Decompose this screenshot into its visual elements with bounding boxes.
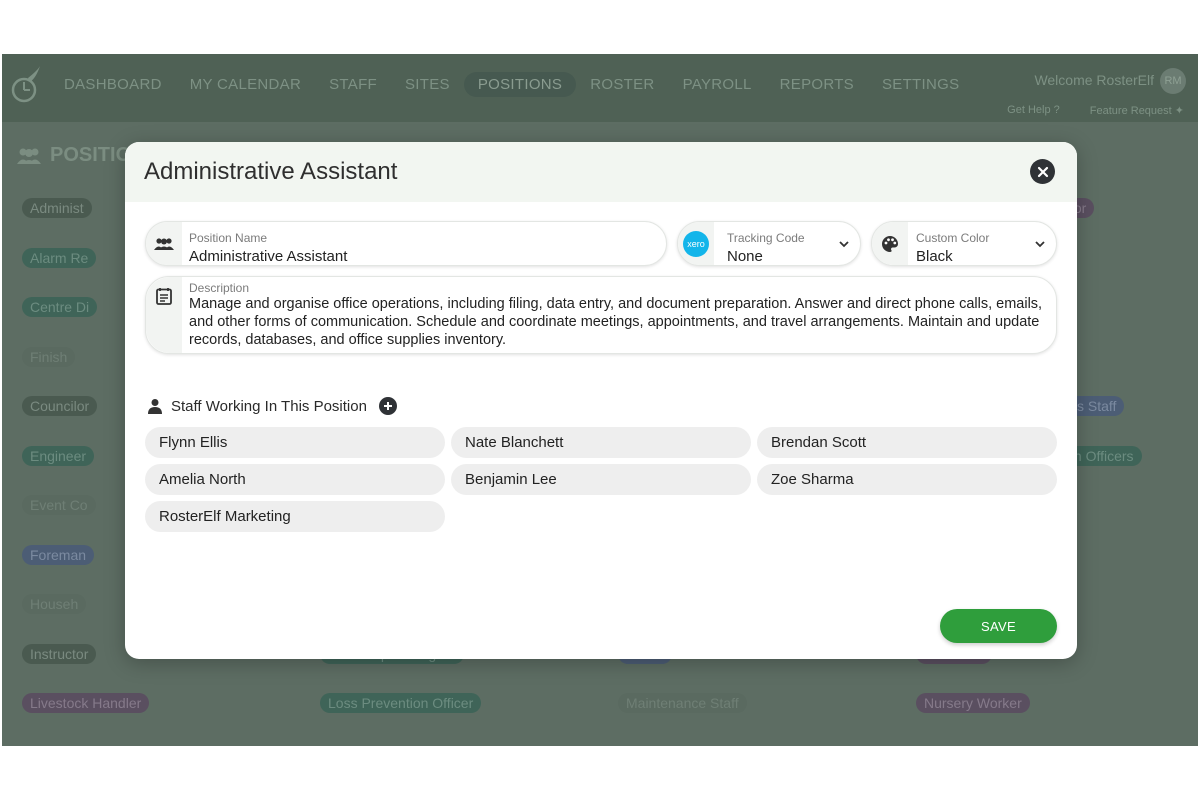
lightbulb-icon: ✦ (1174, 105, 1184, 117)
position-pill: Nursery Worker (916, 693, 1030, 713)
palette-icon (882, 235, 898, 252)
close-button[interactable] (1030, 159, 1055, 184)
help-links: Get Help ? Feature Request ✦ (1007, 104, 1184, 117)
nav-dashboard[interactable]: DASHBOARD (50, 72, 176, 97)
position-pill: Finish (22, 347, 76, 367)
top-navigation: DASHBOARD MY CALENDAR STAFF SITES POSITI… (2, 54, 1198, 122)
plus-icon (383, 402, 392, 410)
welcome-text: Welcome RosterElf (1034, 72, 1154, 88)
nav-staff[interactable]: STAFF (315, 72, 391, 97)
modal-header: Administrative Assistant (125, 142, 1077, 202)
position-pill: Alarm Re (22, 248, 97, 268)
nav-positions[interactable]: POSITIONS (463, 72, 577, 97)
modal-title: Administrative Assistant (144, 158, 398, 185)
position-pill: Loss Prevention Officer (320, 693, 482, 713)
tracking-code-select[interactable]: xero Tracking Code None (677, 221, 861, 266)
description-textarea[interactable]: Manage and organise office operations, i… (189, 295, 1059, 349)
tracking-code-label: Tracking Code (727, 231, 805, 245)
custom-color-label: Custom Color (916, 231, 990, 245)
position-pill: Househ (22, 594, 87, 614)
position-name-input[interactable]: Administrative Assistant (189, 248, 347, 265)
position-name-field[interactable]: Position Name Administrative Assistant (145, 221, 667, 266)
position-pill: Administ (22, 198, 92, 218)
position-card[interactable]: Loss Prevention Officer (300, 681, 592, 725)
feature-request-link[interactable]: Feature Request ✦ (1090, 104, 1184, 117)
calendar-note-icon (156, 288, 172, 305)
feature-request-label: Feature Request (1089, 105, 1172, 117)
chevron-down-icon (1035, 241, 1045, 248)
position-name-icon-col (146, 222, 182, 265)
position-card[interactable]: Maintenance Staff (598, 681, 890, 725)
close-icon (1037, 166, 1048, 177)
position-pill: Instructor (22, 644, 97, 664)
save-button[interactable]: SAVE (940, 609, 1057, 643)
staff-pill[interactable]: Zoe Sharma (757, 464, 1057, 495)
nav-reports[interactable]: REPORTS (766, 72, 868, 97)
get-help-label: Get Help (1007, 104, 1051, 116)
description-label: Description (189, 281, 250, 295)
staff-pill[interactable]: Benjamin Lee (451, 464, 751, 495)
custom-color-icon-col (872, 222, 908, 265)
position-pill: Livestock Handler (22, 693, 150, 713)
nav-settings[interactable]: SETTINGS (868, 72, 973, 97)
staff-pill[interactable]: Flynn Ellis (145, 427, 445, 458)
custom-color-select[interactable]: Custom Color Black (871, 221, 1057, 266)
group-icon (17, 148, 41, 164)
nav-roster[interactable]: ROSTER (576, 72, 668, 97)
position-pill: Maintenance Staff (618, 693, 747, 713)
tracking-code-value: None (727, 248, 763, 265)
staff-pill[interactable]: Brendan Scott (757, 427, 1057, 458)
nav-sites[interactable]: SITES (391, 72, 464, 97)
main-nav: DASHBOARD MY CALENDAR STAFF SITES POSITI… (50, 72, 973, 97)
custom-color-value: Black (916, 248, 953, 265)
nav-my-calendar[interactable]: MY CALENDAR (176, 72, 315, 97)
staff-heading-text: Staff Working In This Position (171, 397, 367, 415)
person-icon (148, 399, 162, 414)
xero-icon: xero (683, 230, 709, 257)
position-pill: Councilor (22, 396, 98, 416)
question-icon: ? (1053, 104, 1060, 116)
staff-pill[interactable]: Nate Blanchett (451, 427, 751, 458)
tracking-code-icon-col: xero (678, 222, 714, 265)
position-pill: Engineer (22, 446, 95, 466)
rosterelf-logo-icon (11, 66, 40, 103)
staff-pill[interactable]: Amelia North (145, 464, 445, 495)
avatar[interactable]: RM (1160, 68, 1186, 94)
edit-position-modal: Administrative Assistant Position Name A… (125, 142, 1077, 659)
position-pill: Centre Di (22, 297, 98, 317)
add-staff-button[interactable] (378, 397, 397, 415)
position-card[interactable]: Nursery Worker (896, 681, 1188, 725)
description-field[interactable]: Description Manage and organise office o… (145, 276, 1057, 354)
chevron-down-icon (839, 241, 849, 248)
position-pill: Event Co (22, 495, 96, 515)
description-icon-col (146, 277, 182, 353)
get-help-link[interactable]: Get Help ? (1007, 104, 1060, 117)
group-icon (154, 237, 174, 250)
staff-pill[interactable]: RosterElf Marketing (145, 501, 445, 532)
nav-payroll[interactable]: PAYROLL (669, 72, 766, 97)
page-title: POSITIO (16, 144, 131, 167)
position-name-label: Position Name (189, 231, 268, 245)
position-card[interactable]: Livestock Handler (2, 681, 294, 725)
page-title-text: POSITIO (50, 144, 132, 166)
position-pill: Foreman (22, 545, 95, 565)
staff-section-heading: Staff Working In This Position (147, 397, 397, 415)
